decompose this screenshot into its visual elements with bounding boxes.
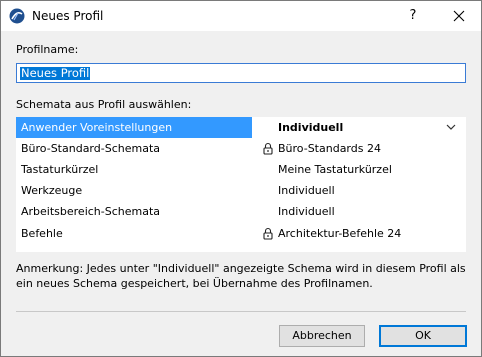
scheme-value-dropdown[interactable]: Individuell: [278, 117, 343, 138]
scheme-name: Befehle: [21, 227, 63, 240]
cancel-button[interactable]: Abbrechen: [279, 325, 365, 347]
schemes-list: Anwender Voreinstellungen Individuell Bü…: [16, 117, 466, 252]
scheme-value: Individuell: [278, 184, 335, 197]
close-icon[interactable]: [447, 5, 471, 27]
lock-icon: [263, 142, 273, 155]
scheme-name: Tastaturkürzel: [21, 163, 99, 176]
profile-name-input[interactable]: Neues Profil: [16, 63, 466, 83]
scheme-value: Architektur-Befehle 24: [278, 227, 402, 240]
new-profile-dialog: Neues Profil ? Profilname: Neues Profil …: [0, 0, 482, 357]
scheme-value: Büro-Standards 24: [278, 142, 381, 155]
help-button[interactable]: ?: [401, 5, 425, 27]
profile-name-label: Profilname:: [16, 43, 79, 56]
scheme-value: Meine Tastaturkürzel: [278, 163, 392, 176]
scheme-row-shortcuts[interactable]: Tastaturkürzel Meine Tastaturkürzel: [16, 159, 466, 180]
divider: [16, 311, 466, 312]
scheme-row-office-standards[interactable]: Büro-Standard-Schemata Büro-Standards 24: [16, 138, 466, 159]
window-title: Neues Profil: [32, 9, 104, 23]
ok-button[interactable]: OK: [379, 325, 467, 347]
scheme-row-tools[interactable]: Werkzeuge Individuell: [16, 180, 466, 201]
note-text: Anmerkung: Jedes unter "Individuell" ang…: [16, 262, 466, 290]
scheme-row-workspace[interactable]: Arbeitsbereich-Schemata Individuell: [16, 201, 466, 222]
archicad-logo-icon: [9, 8, 25, 24]
profile-name-value: Neues Profil: [20, 66, 91, 80]
scheme-name: Werkzeuge: [21, 184, 83, 197]
scheme-name: Arbeitsbereich-Schemata: [21, 205, 161, 218]
scheme-name: Büro-Standard-Schemata: [21, 142, 160, 155]
chevron-down-icon[interactable]: [446, 123, 456, 131]
scheme-value: Individuell: [278, 205, 335, 218]
lock-icon: [263, 227, 273, 240]
title-bar: Neues Profil ?: [1, 1, 481, 31]
scheme-name: Anwender Voreinstellungen: [16, 117, 252, 138]
schemes-label: Schemata aus Profil auswählen:: [16, 98, 192, 111]
scheme-row-user-preferences[interactable]: Anwender Voreinstellungen Individuell: [16, 117, 466, 138]
scheme-row-commands[interactable]: Befehle Architektur-Befehle 24: [16, 223, 466, 244]
